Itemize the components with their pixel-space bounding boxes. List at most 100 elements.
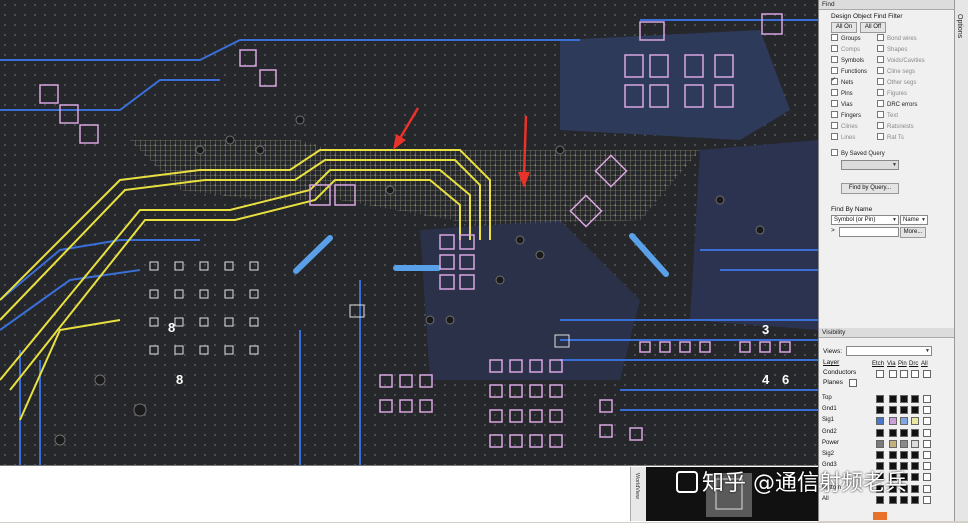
checkbox-label: Vias [841, 102, 853, 108]
filter-symbols-checkbox[interactable]: Symbols [831, 56, 864, 64]
layer-color-swatch[interactable] [876, 451, 884, 459]
layer-color-swatch[interactable] [876, 395, 884, 403]
layer-color-swatch[interactable] [900, 439, 908, 448]
select-value: Name [903, 217, 920, 223]
planes-checkbox[interactable] [849, 379, 857, 387]
layer-color-swatch[interactable] [911, 395, 919, 403]
board-label: 8 [176, 372, 183, 387]
filter-clines-checkbox[interactable]: Clines [831, 122, 858, 130]
checkbox-box [831, 89, 838, 96]
layer-column-label: Layer [823, 359, 840, 366]
filter-fingers-checkbox[interactable]: Fingers [831, 111, 861, 119]
layer-color-swatch[interactable] [911, 462, 919, 471]
layer-color-swatch[interactable] [900, 395, 908, 403]
layer-color-swatch[interactable] [911, 406, 919, 415]
checkbox-label: Voids/Cavities [887, 58, 925, 64]
checkbox-label: Groups [841, 36, 861, 42]
layer-all-checkbox[interactable] [923, 395, 931, 403]
filter-text-checkbox[interactable]: Text [877, 111, 898, 119]
conductors-toggle[interactable] [876, 370, 884, 378]
more-button[interactable]: More... [900, 227, 926, 238]
layer-color-swatch[interactable] [911, 417, 919, 426]
checkbox-box [831, 45, 838, 52]
filter-bond-wires-checkbox[interactable]: Bond wires [877, 34, 917, 42]
symbol-type-select[interactable]: Symbol (or Pin) ▼ [831, 215, 899, 225]
filter-rat-ts-checkbox[interactable]: Rat Ts [877, 133, 904, 141]
views-label: Views: [823, 348, 843, 355]
layer-all-checkbox[interactable] [923, 495, 931, 504]
layer-color-swatch[interactable] [889, 395, 897, 403]
filter-functions-checkbox[interactable]: Functions [831, 67, 867, 75]
checkbox-label: Other segs [887, 80, 917, 86]
checkbox-box [877, 78, 884, 85]
filter-groups-checkbox[interactable]: Groups [831, 34, 861, 42]
saved-query-select[interactable]: ▼ [841, 160, 899, 170]
layer-color-swatch[interactable] [900, 417, 908, 426]
layer-color-swatch[interactable] [889, 406, 897, 415]
checkbox-label: Pins [841, 91, 853, 97]
layer-color-swatch[interactable] [876, 417, 884, 426]
layer-all-checkbox[interactable] [923, 439, 931, 448]
layer-color-swatch[interactable] [911, 451, 919, 459]
options-tab-label: Options [956, 14, 963, 39]
filter-voids-cavities-checkbox[interactable]: Voids/Cavities [877, 56, 925, 64]
layer-color-swatch[interactable] [911, 473, 919, 482]
layer-color-swatch[interactable] [911, 428, 919, 437]
filter-vias-checkbox[interactable]: Vias [831, 100, 853, 108]
conductors-toggle[interactable] [889, 370, 897, 378]
filter-figures-checkbox[interactable]: Figures [877, 89, 907, 97]
by-saved-query-checkbox[interactable]: By Saved Query [831, 149, 885, 157]
layer-color-swatch[interactable] [889, 417, 897, 426]
checkbox-box [877, 133, 884, 140]
layer-color-swatch[interactable] [876, 439, 884, 448]
name-input[interactable] [839, 227, 899, 237]
filter-other-segs-checkbox[interactable]: Other segs [877, 78, 916, 86]
all-on-button[interactable]: All On [831, 22, 857, 33]
checkbox-label: Clines [841, 124, 858, 130]
layer-all-checkbox[interactable] [923, 417, 931, 426]
checkbox-box [877, 56, 884, 63]
layer-all-checkbox[interactable] [923, 473, 931, 482]
conductors-toggle[interactable] [911, 370, 919, 378]
layer-color-swatch[interactable] [900, 428, 908, 437]
layer-color-swatch[interactable] [876, 428, 884, 437]
layer-all-checkbox[interactable] [923, 406, 931, 415]
filter-cline-segs-checkbox[interactable]: Cline segs [877, 67, 915, 75]
filter-shapes-checkbox[interactable]: Shapes [877, 45, 907, 53]
pcb-canvas[interactable]: 8 8 3 4 6 [0, 0, 818, 465]
layer-color-swatch[interactable] [889, 439, 897, 448]
conductors-toggle[interactable] [900, 370, 908, 378]
filter-comps-checkbox[interactable]: Comps [831, 45, 860, 53]
layer-color-swatch[interactable] [911, 495, 919, 504]
plane-region [690, 140, 818, 330]
layer-color-swatch[interactable] [900, 451, 908, 459]
layer-color-swatch[interactable] [876, 406, 884, 415]
conductors-toggle[interactable] [923, 370, 931, 378]
layer-all-checkbox[interactable] [923, 484, 931, 493]
layer-all-checkbox[interactable] [923, 428, 931, 437]
layer-color-swatch[interactable] [911, 484, 919, 493]
app-taskbar-icon[interactable] [873, 512, 887, 520]
filter-ratsnests-checkbox[interactable]: Ratsnests [877, 122, 914, 130]
filter-nets-checkbox[interactable]: Nets [831, 76, 853, 86]
layer-row: Top [822, 395, 832, 401]
chevron-down-icon: ▼ [892, 217, 897, 223]
views-select[interactable]: ▼ [846, 346, 932, 356]
layer-color-swatch[interactable] [889, 428, 897, 437]
layer-color-swatch[interactable] [889, 451, 897, 459]
layer-all-checkbox[interactable] [923, 451, 931, 459]
layer-all-checkbox[interactable] [923, 462, 931, 471]
layer-color-swatch[interactable] [911, 439, 919, 448]
checkbox-label: Lines [841, 135, 856, 141]
checkbox-box [877, 100, 884, 107]
layer-color-swatch[interactable] [900, 406, 908, 415]
options-tab[interactable]: Options [954, 0, 968, 521]
checkbox-box [877, 34, 884, 41]
filter-lines-checkbox[interactable]: Lines [831, 133, 855, 141]
filter-drc-errors-checkbox[interactable]: DRC errors [877, 100, 917, 108]
find-by-query-button[interactable]: Find by Query... [841, 183, 899, 194]
checkbox-label: Symbols [841, 58, 865, 64]
all-off-button[interactable]: All Off [860, 22, 886, 33]
name-type-select[interactable]: Name ▼ [900, 215, 928, 225]
filter-pins-checkbox[interactable]: Pins [831, 89, 853, 97]
